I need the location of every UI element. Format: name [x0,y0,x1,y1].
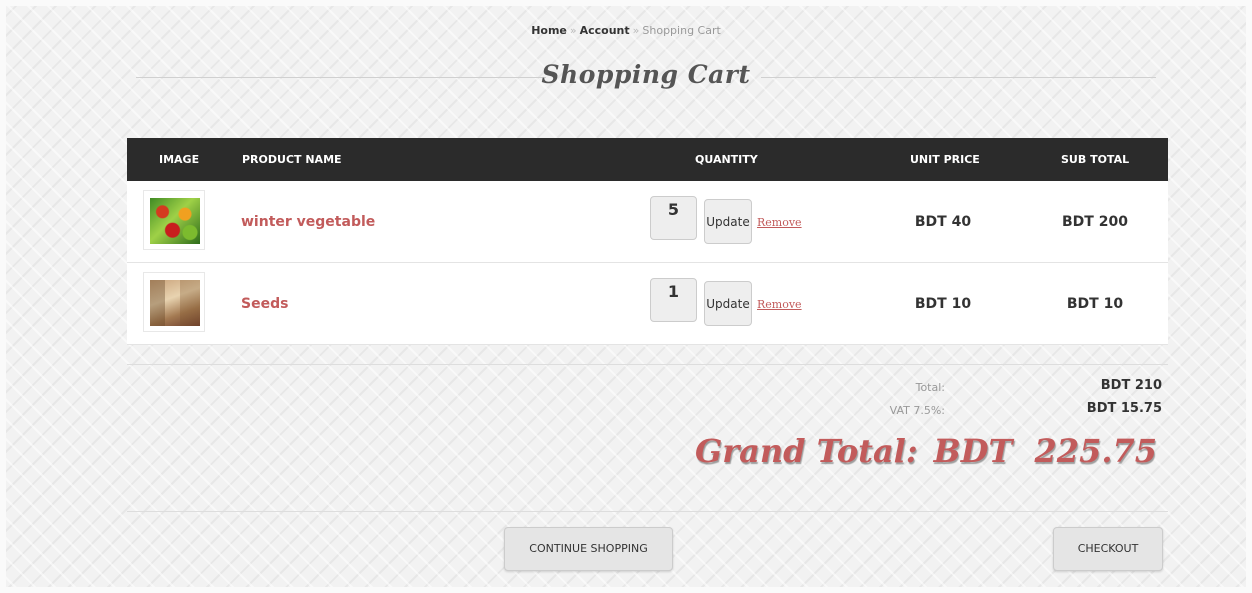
sub-total: BDT 10 [1066,296,1124,312]
buttons-divider [127,511,1168,512]
quantity-input[interactable]: 5 [650,196,697,240]
cart-table: IMAGE PRODUCT NAME QUANTITY UNIT PRICE S… [127,138,1168,345]
breadcrumb-current: Shopping Cart [642,24,721,37]
breadcrumb-separator: » [632,24,640,37]
update-button[interactable]: Update [704,281,752,326]
continue-shopping-button[interactable]: CONTINUE SHOPPING [504,527,673,571]
seeds-image [150,280,200,326]
total-value: BDT 210 [1100,378,1162,393]
product-thumbnail[interactable] [143,272,205,332]
checkout-button[interactable]: CHECKOUT [1053,527,1163,571]
header-quantity: QUANTITY [695,153,758,166]
table-row: winter vegetable 5 Update Remove BDT 40 … [127,181,1168,263]
product-name-link[interactable]: winter vegetable [241,214,375,230]
table-row: Seeds 1 Update Remove BDT 10 BDT 10 [127,263,1168,345]
header-image: IMAGE [159,153,200,166]
grand-total-value: BDT 225.75 [933,432,1157,470]
header-product-name: PRODUCT NAME [242,153,342,166]
vat-label: VAT 7.5%: [889,404,945,417]
product-name-link[interactable]: Seeds [241,296,288,312]
quantity-input[interactable]: 1 [650,278,697,322]
grand-total: Grand Total: BDT 225.75 [600,432,1157,470]
breadcrumb-separator: » [569,24,577,37]
totals-divider [127,364,1168,365]
remove-link[interactable]: Remove [757,216,802,229]
total-label: Total: [915,381,945,394]
product-thumbnail[interactable] [143,190,205,250]
update-button[interactable]: Update [704,199,752,244]
unit-price: BDT 10 [914,296,972,312]
header-sub-total: SUB TOTAL [1061,153,1130,166]
remove-link[interactable]: Remove [757,298,802,311]
header-unit-price: UNIT PRICE [910,153,980,166]
page-title: Shopping Cart [541,60,751,89]
breadcrumb-account-link[interactable]: Account [580,24,630,37]
sub-total: BDT 200 [1062,214,1128,230]
vegetables-image [150,198,200,244]
unit-price: BDT 40 [914,214,972,230]
grand-total-label: Grand Total: [694,432,918,470]
breadcrumb-home-link[interactable]: Home [531,24,567,37]
cart-table-header: IMAGE PRODUCT NAME QUANTITY UNIT PRICE S… [127,138,1168,181]
title-divider-right [761,77,1156,78]
breadcrumb: Home» Account» Shopping Cart [0,24,1252,37]
title-row: Shopping Cart [136,60,1156,96]
vat-value: BDT 15.75 [1086,401,1162,416]
